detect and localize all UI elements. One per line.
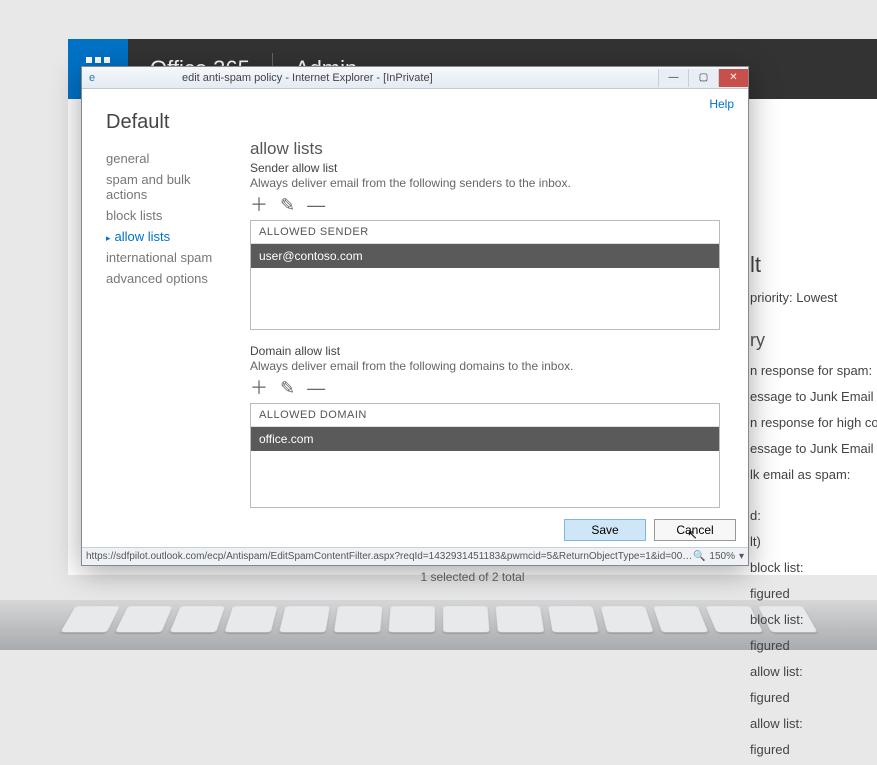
sender-allow-desc: Always deliver email from the following … (250, 176, 720, 190)
sender-allow-subtitle: Sender allow list (250, 161, 720, 175)
domain-allow-subtitle: Domain allow list (250, 344, 720, 358)
dialog-footer: Save Cancel ↖ (82, 513, 748, 547)
save-button[interactable]: Save (564, 519, 646, 541)
edit-domain-button[interactable]: ✎ (280, 379, 295, 397)
bg-line: figured (750, 635, 877, 657)
sender-list-row[interactable]: user@contoso.com (251, 244, 719, 268)
bg-line: figured (750, 739, 877, 761)
ie-icon: e (82, 72, 102, 84)
zoom-control[interactable]: 🔍 150% ▾ (693, 551, 744, 562)
main-pane: allow lists Sender allow list Always del… (242, 89, 748, 513)
zoom-icon: 🔍 (693, 551, 705, 562)
nav-spam-bulk[interactable]: spam and bulk actions (106, 169, 234, 205)
window-titlebar: e edit anti-spam policy - Internet Explo… (82, 67, 748, 89)
add-domain-button[interactable]: ＋ (250, 379, 268, 397)
background-right-panel: lt priority: Lowest ry n response for sp… (750, 246, 877, 765)
bg-line: figured (750, 583, 877, 605)
nav-block-lists[interactable]: block lists (106, 205, 234, 226)
zoom-value: 150% (709, 551, 735, 562)
bg-line: essage to Junk Email folder (750, 438, 877, 460)
sender-list-header: ALLOWED SENDER (251, 221, 719, 244)
selection-count: 1 selected of 2 total (68, 570, 877, 584)
bg-line: block list: (750, 609, 877, 631)
keyboard-decoration (0, 600, 877, 650)
cancel-button[interactable]: Cancel (654, 519, 736, 541)
close-button[interactable]: ✕ (718, 69, 748, 87)
nav-general[interactable]: general (106, 148, 234, 169)
bg-line: n response for high confidence (750, 412, 877, 434)
bg-line: figured (750, 687, 877, 709)
domain-list-row[interactable]: office.com (251, 427, 719, 451)
bg-line: essage to Junk Email folder (750, 386, 877, 408)
nav-allow-lists[interactable]: allow lists (106, 226, 234, 247)
remove-domain-button[interactable]: — (307, 379, 325, 397)
add-sender-button[interactable]: ＋ (250, 196, 268, 214)
zoom-dropdown-icon: ▾ (739, 551, 744, 562)
bg-line: allow list: (750, 713, 877, 735)
status-bar: https://sdfpilot.outlook.com/ecp/Antispa… (82, 547, 748, 565)
domain-allow-desc: Always deliver email from the following … (250, 359, 720, 373)
left-nav: Default general spam and bulk actions bl… (82, 89, 242, 513)
sender-toolbar: ＋ ✎ — (250, 196, 720, 214)
bg-line: lk email as spam: (750, 464, 877, 486)
domain-list-header: ALLOWED DOMAIN (251, 404, 719, 427)
bg-policy-title: lt (750, 246, 877, 283)
nav-advanced[interactable]: advanced options (106, 268, 234, 289)
bg-line: n response for spam: (750, 360, 877, 382)
allow-lists-title: allow lists (250, 139, 720, 159)
nav-international[interactable]: international spam (106, 247, 234, 268)
domain-toolbar: ＋ ✎ — (250, 379, 720, 397)
window-title: edit anti-spam policy - Internet Explore… (182, 72, 433, 84)
edit-sender-button[interactable]: ✎ (280, 196, 295, 214)
dialog-title: Default (106, 111, 234, 134)
bg-line: d: (750, 505, 877, 527)
bg-line: allow list: (750, 661, 877, 683)
status-url: https://sdfpilot.outlook.com/ecp/Antispa… (86, 551, 693, 562)
bg-priority: priority: Lowest (750, 287, 877, 309)
help-link[interactable]: Help (709, 97, 734, 111)
bg-line: lt) (750, 531, 877, 553)
remove-sender-button[interactable]: — (307, 196, 325, 214)
edit-policy-dialog: e edit anti-spam policy - Internet Explo… (81, 66, 749, 566)
bg-summary-header: ry (750, 325, 877, 356)
domain-listbox[interactable]: ALLOWED DOMAIN office.com (250, 403, 720, 508)
minimize-button[interactable]: — (658, 69, 688, 87)
maximize-button[interactable]: ▢ (688, 69, 718, 87)
sender-listbox[interactable]: ALLOWED SENDER user@contoso.com (250, 220, 720, 330)
